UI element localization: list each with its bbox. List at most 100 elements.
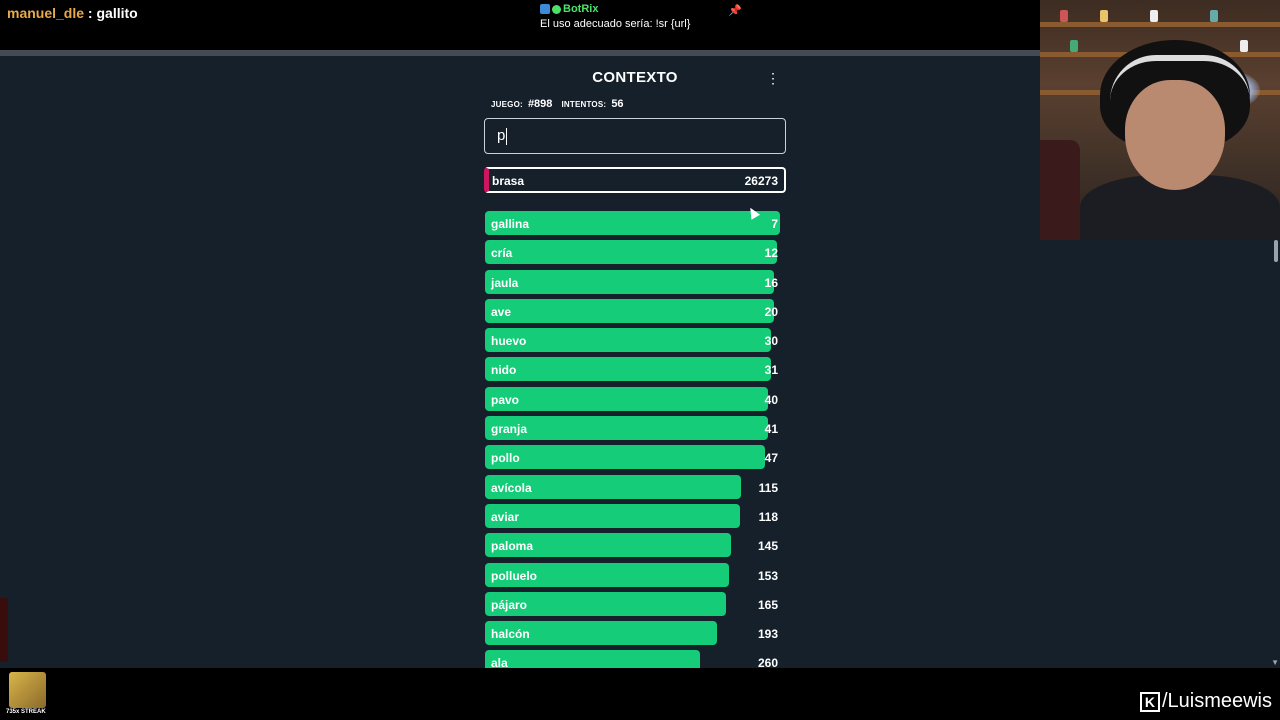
game-label: JUEGO: xyxy=(491,100,523,109)
guess-input[interactable]: p xyxy=(484,118,786,154)
page-title: CONTEXTO xyxy=(592,69,678,86)
similarity-bar xyxy=(485,357,771,382)
guess-row: granja 41 xyxy=(484,414,786,443)
shelf-figure xyxy=(1070,40,1078,52)
shelf xyxy=(1040,22,1280,27)
last-guess-word: brasa xyxy=(492,174,525,188)
pin-icon: 📌 xyxy=(728,5,742,17)
guess-rank: 31 xyxy=(764,363,778,378)
attempts-label: INTENTOS: xyxy=(561,100,607,109)
chair xyxy=(1040,140,1080,240)
shelf-figure xyxy=(1100,10,1108,22)
guess-input-value: p xyxy=(497,127,506,144)
headset-icon xyxy=(1110,55,1250,101)
game-info: JUEGO: #898 INTENTOS: 56 xyxy=(491,98,630,110)
guess-rank: 41 xyxy=(764,422,778,437)
webcam-feed xyxy=(1040,0,1280,240)
bottom-bar xyxy=(0,668,1280,720)
guess-rank: 165 xyxy=(757,597,778,612)
kick-logo-icon: K xyxy=(1139,691,1160,712)
similarity-bar xyxy=(485,269,774,294)
guess-word: polluelo xyxy=(491,568,537,583)
guess-row: jaula 16 xyxy=(484,268,786,297)
guess-word: nido xyxy=(491,363,517,378)
guess-rank: 118 xyxy=(758,509,778,524)
similarity-bar xyxy=(485,328,771,353)
guess-rank: 40 xyxy=(764,392,778,407)
shelf-figure xyxy=(1150,10,1158,22)
guess-row: halcón 193 xyxy=(484,619,786,648)
guess-word: gallina xyxy=(491,217,530,231)
guess-row: pavo 40 xyxy=(484,385,786,414)
guess-row: ave 20 xyxy=(484,297,786,326)
guess-word: aviar xyxy=(491,509,520,524)
kebab-menu-icon[interactable]: ⋮ xyxy=(766,70,780,86)
similarity-bar xyxy=(485,386,768,411)
scrollbar-thumb[interactable] xyxy=(1274,240,1278,262)
guess-list: gallina 7 cría 12 jaula 16 ave 20 huevo 30 nido 31 p… xyxy=(484,209,786,678)
chat-separator: : xyxy=(84,5,97,21)
gear-icon xyxy=(552,4,561,14)
shelf-figure xyxy=(1060,10,1068,22)
attempts-count: 56 xyxy=(611,98,624,110)
side-decoration xyxy=(0,598,8,662)
guess-row: polluelo 153 xyxy=(484,561,786,590)
guess-word: pollo xyxy=(491,451,520,466)
guess-rank: 145 xyxy=(757,539,778,554)
game-number: #898 xyxy=(527,98,553,110)
guess-rank: 153 xyxy=(757,568,778,583)
guess-row: avícola 115 xyxy=(484,473,786,502)
guess-word: huevo xyxy=(491,334,527,349)
similarity-bar xyxy=(485,240,777,265)
streak-label: 735x STREAK xyxy=(6,709,46,715)
bot-badges xyxy=(540,3,563,15)
guess-rank: 20 xyxy=(764,304,778,319)
guess-rank: 47 xyxy=(764,451,778,466)
guess-word: granja xyxy=(491,422,528,437)
chat-message: manuel_dle : gallito xyxy=(7,5,138,21)
guess-rank: 7 xyxy=(771,217,778,231)
bot-message: BotRix El uso adecuado sería: !sr {url} xyxy=(540,3,690,30)
bot-text: El uso adecuado sería: !sr {url} xyxy=(540,18,691,31)
shelf-figure xyxy=(1210,10,1218,22)
guess-row: gallina 7 xyxy=(484,209,786,238)
guess-rank: 115 xyxy=(758,480,778,495)
channel-name: /Luismeewis xyxy=(1161,690,1272,712)
guess-row: huevo 30 xyxy=(484,326,786,355)
scroll-down-icon[interactable]: ▼ xyxy=(1271,658,1279,667)
shelf-figure xyxy=(1240,40,1248,52)
bot-name: BotRix xyxy=(563,3,599,15)
guess-word: paloma xyxy=(491,539,534,554)
guess-word: cría xyxy=(491,246,513,261)
guess-row: paloma 145 xyxy=(484,531,786,560)
guess-word: halcón xyxy=(491,627,530,642)
guess-rank: 12 xyxy=(764,246,778,261)
similarity-bar xyxy=(485,298,774,323)
guess-word: pavo xyxy=(491,392,520,407)
chat-overlay: manuel_dle : gallito BotRix El uso adecu… xyxy=(0,0,1040,50)
guess-row: cría 12 xyxy=(484,238,786,267)
bot-badge-icon xyxy=(540,4,550,15)
similarity-bar xyxy=(485,416,768,441)
guess-word: jaula xyxy=(491,275,519,290)
similarity-bar xyxy=(485,503,740,528)
guess-rank: 30 xyxy=(764,334,778,349)
channel-branding: K/Luismeewis xyxy=(1139,690,1272,713)
guess-row: pollo 47 xyxy=(484,443,786,472)
text-caret xyxy=(506,127,508,145)
guess-word: ave xyxy=(491,304,512,319)
guess-row: nido 31 xyxy=(484,355,786,384)
similarity-bar xyxy=(485,211,780,235)
chat-username: manuel_dle xyxy=(7,5,85,21)
similarity-bar xyxy=(485,445,765,470)
guess-word: avícola xyxy=(491,480,532,495)
guess-word: pájaro xyxy=(491,597,528,612)
last-guess-row: brasa 26273 xyxy=(484,167,786,193)
guess-row: aviar 118 xyxy=(484,502,786,531)
guess-rank: 193 xyxy=(757,627,778,642)
guess-rank: 16 xyxy=(764,275,778,290)
guess-row: pájaro 165 xyxy=(484,590,786,619)
chat-text: gallito xyxy=(96,5,138,21)
streak-emote-icon xyxy=(9,672,46,708)
last-guess-rank: 26273 xyxy=(744,174,778,188)
